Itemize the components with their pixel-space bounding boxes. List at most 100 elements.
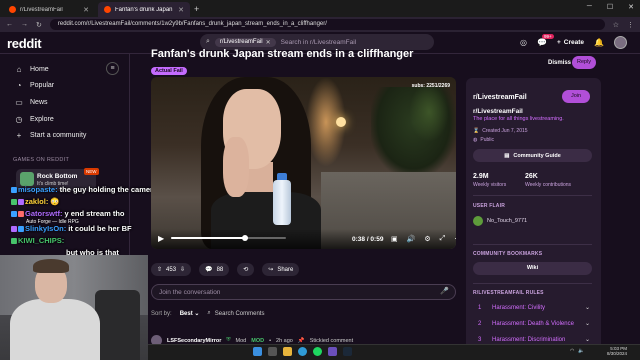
video-time: 0:38 / 0:59 — [352, 236, 384, 243]
avatar[interactable] — [613, 36, 627, 49]
chat-text: it could be her BF — [68, 224, 132, 233]
create-label: Create — [563, 39, 584, 46]
comment-age: 2h ago — [276, 337, 293, 344]
taskbar-apps — [253, 347, 352, 356]
sidebar-item-start-community[interactable]: + Start a community — [15, 131, 87, 140]
share-button[interactable]: ↪ Share — [262, 263, 300, 276]
notification-badge: 99+ — [541, 34, 554, 39]
downvote-icon[interactable]: ⇩ — [180, 266, 185, 273]
close-window-icon[interactable]: ✕ — [628, 3, 634, 11]
search-comments-button[interactable]: ⌕ Search Comments — [207, 310, 264, 317]
maximize-icon[interactable]: ☐ — [607, 3, 613, 11]
chat-badge-icon — [11, 199, 17, 206]
sidebar-item-popular[interactable]: ◔ Popular — [15, 81, 55, 90]
taskbar-search-icon[interactable] — [268, 347, 277, 356]
comments-button[interactable]: 💬 88 — [199, 263, 230, 276]
discord-icon[interactable] — [328, 347, 337, 356]
reload-icon[interactable]: ↻ — [36, 21, 42, 29]
join-button[interactable]: Join — [562, 90, 590, 103]
wiki-button[interactable]: Wiki — [473, 262, 592, 275]
webcam-chair — [95, 290, 140, 360]
collapse-sidebar-button[interactable]: ≡ — [106, 62, 119, 75]
minimize-icon[interactable]: ─ — [587, 3, 592, 11]
chat-username: KIWI_CHIPS: — [18, 236, 65, 245]
sidebar-item-home[interactable]: ⌂ Home — [15, 65, 49, 74]
create-button[interactable]: + Create — [557, 39, 584, 46]
streamer-webcam — [0, 255, 148, 360]
chat-icon[interactable]: 💬 99+ — [537, 34, 554, 47]
clear-chip-icon[interactable]: ✕ — [266, 39, 271, 46]
browser-tab-post[interactable]: Fanfan's drunk Japan strea... ✕ — [98, 2, 190, 17]
settings-icon[interactable]: ⚙ — [424, 235, 430, 243]
user-flair-name: No_Touch_9771 — [487, 218, 528, 224]
user-flair-avatar — [473, 216, 483, 226]
video-seek-handle[interactable] — [241, 235, 248, 241]
steam-icon[interactable] — [343, 347, 352, 356]
sidebar-item-explore[interactable]: ◷ Explore — [15, 115, 54, 124]
video-seek-bar[interactable] — [171, 237, 286, 239]
mod-tag: MOD — [251, 337, 265, 344]
guide-icon: ▤ — [504, 152, 510, 159]
divider — [473, 244, 592, 245]
sidebar-item-news[interactable]: ▭ News — [15, 98, 47, 107]
star-icon[interactable]: ☆ — [613, 21, 619, 29]
close-icon[interactable]: ✕ — [178, 6, 184, 14]
chat-badge-icon — [11, 187, 17, 194]
rule-title: Harassment: Civility — [492, 304, 546, 311]
chrome-icon[interactable] — [298, 347, 307, 356]
chat-message: SlinkyIsOn: it could be her BF — [11, 224, 132, 233]
browser-tab-strip: r/LivestreamFail ✕ Fanfan's drunk Japan … — [0, 0, 640, 17]
search-scope-chip[interactable]: r/LivestreamFail ✕ — [214, 37, 276, 47]
advertise-icon[interactable]: ◎ — [520, 38, 527, 47]
comment-role: Mod — [235, 337, 247, 344]
browser-tab-livestreamfail[interactable]: r/LivestreamFail ✕ — [3, 2, 95, 17]
vote-count: 453 — [166, 266, 177, 273]
games-section-header[interactable]: GAMES ON REDDIT — [13, 157, 69, 163]
new-tab-icon[interactable]: + — [194, 2, 199, 17]
created-label: Created Jun 7, 2015 — [482, 128, 528, 134]
taskbar-clock[interactable]: 5:03 PM 8/30/2024 — [607, 346, 627, 356]
reddit-logo[interactable]: reddit — [7, 36, 42, 51]
volume-icon[interactable]: 🔈 — [578, 348, 584, 354]
chat-badge-icon — [11, 226, 17, 233]
rule-item[interactable]: 1 Harassment: Civility ⌄ — [478, 304, 590, 312]
crosspost-icon: ⟲ — [243, 267, 249, 273]
upvote-icon[interactable]: ⇧ — [157, 266, 162, 273]
search-icon: ⌕ — [207, 310, 211, 316]
spotify-icon[interactable] — [313, 347, 322, 356]
chat-username: SlinkyIsOn: — [25, 224, 67, 233]
plus-icon: + — [16, 131, 22, 140]
play-icon[interactable]: ▶ — [158, 234, 164, 243]
post-flair[interactable]: Actual Fail — [151, 67, 187, 75]
dismiss-button[interactable]: Dismiss — [548, 60, 571, 66]
extensions-icon[interactable]: ⋮ — [627, 21, 634, 29]
reply-button[interactable]: Reply — [572, 56, 596, 69]
video-player[interactable]: subs: 2251/2269 ▶ 0:38 / 0:59 ▣ 🔊 ⚙ ⤢ ⋯ — [151, 77, 456, 249]
user-flair[interactable]: No_Touch_9771 — [473, 216, 527, 226]
fullscreen-icon[interactable]: ⤢ — [440, 235, 446, 243]
more-icon[interactable]: ⋯ — [454, 235, 456, 243]
sort-dropdown[interactable]: Best ⌄ — [180, 310, 200, 317]
rule-item[interactable]: 2 Harassment: Death & Violence ⌄ — [478, 320, 590, 328]
windows-start-icon[interactable] — [253, 347, 262, 356]
volume-icon[interactable]: 🔊 — [407, 235, 416, 243]
captions-icon[interactable]: ▣ — [391, 235, 398, 243]
chat-text: y end stream tho — [64, 209, 125, 218]
community-guide-button[interactable]: ▤ Community Guide — [473, 149, 592, 162]
back-icon[interactable]: ← — [6, 21, 13, 28]
url-field[interactable]: reddit.com/r/LivestreamFail/comments/1w2… — [49, 19, 605, 30]
close-icon[interactable]: ✕ — [83, 6, 89, 14]
crosspost-button[interactable]: ⟲ — [237, 263, 255, 276]
search-input[interactable]: Search in r/LivestreamFail — [281, 39, 357, 46]
wifi-icon[interactable]: ◠ — [570, 348, 574, 354]
rule-item[interactable]: 3 Harassment: Discrimination ⌄ — [478, 336, 590, 344]
forward-icon[interactable]: → — [21, 21, 28, 28]
community-name[interactable]: r/LivestreamFail — [473, 94, 527, 101]
mic-icon[interactable]: 🎤 — [440, 287, 449, 295]
comment-input[interactable]: Join the conversation 🎤 — [151, 284, 456, 300]
file-explorer-icon[interactable] — [283, 347, 292, 356]
rule-number: 2 — [478, 320, 482, 327]
comment-author[interactable]: LSFSecondaryMirror — [167, 338, 221, 344]
contributions-count: 26K — [525, 173, 538, 180]
notifications-icon[interactable]: 🔔 — [594, 38, 604, 47]
